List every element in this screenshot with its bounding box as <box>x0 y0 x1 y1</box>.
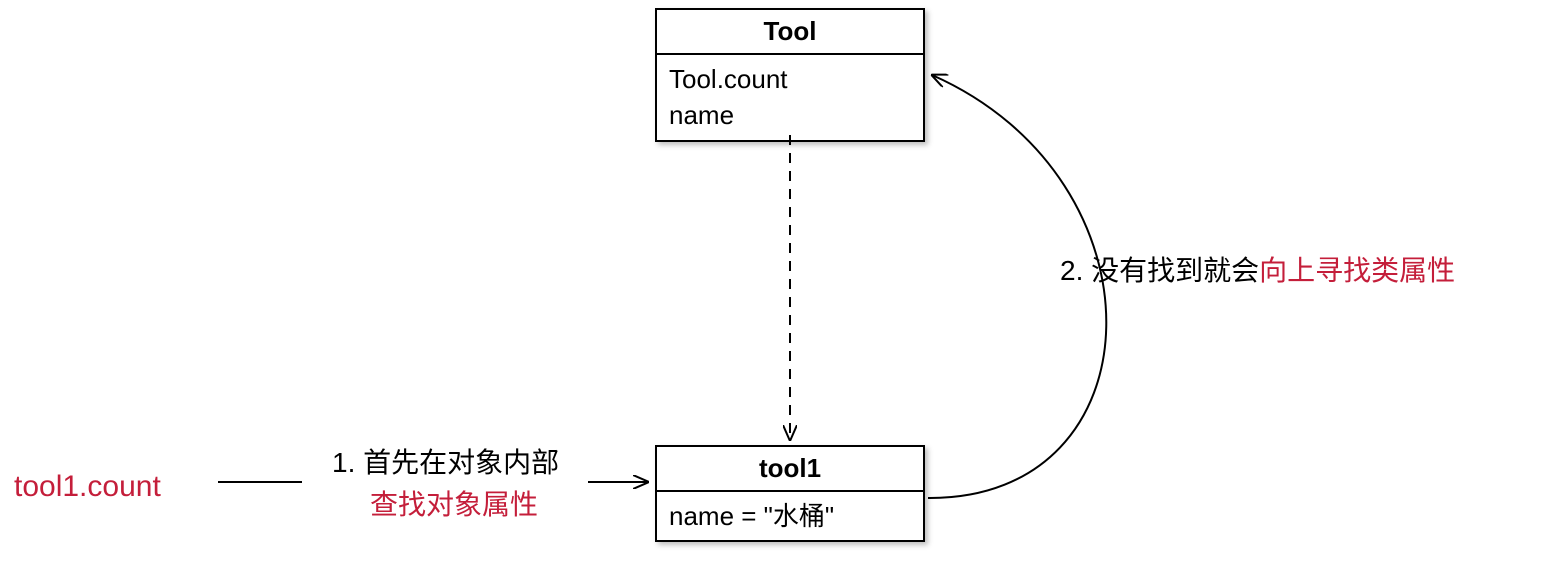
step2-text: 2. 没有找到就会 <box>1060 255 1259 286</box>
uml-instance-attr: name = "水桶" <box>669 498 911 534</box>
uml-class-attr: Tool.count <box>669 61 911 97</box>
uml-instance-title: tool1 <box>657 447 923 492</box>
step1-annotation: 1. 首先在对象内部 查找对象属性 <box>332 442 559 526</box>
step2-annotation: 2. 没有找到就会向上寻找类属性 <box>1060 250 1455 292</box>
step1-red-text: 查找对象属性 <box>332 489 538 520</box>
entry-expression-label: tool1.count <box>14 464 161 509</box>
step2-red-text: 向上寻找类属性 <box>1259 255 1455 286</box>
uml-instance-body: name = "水桶" <box>657 492 923 540</box>
uml-instance-tool1: tool1 name = "水桶" <box>655 445 925 542</box>
uml-class-title: Tool <box>657 10 923 55</box>
uml-class-attr: name <box>669 97 911 133</box>
uml-class-body: Tool.count name <box>657 55 923 140</box>
step1-text: 1. 首先在对象内部 <box>332 447 559 478</box>
uml-class-tool: Tool Tool.count name <box>655 8 925 142</box>
